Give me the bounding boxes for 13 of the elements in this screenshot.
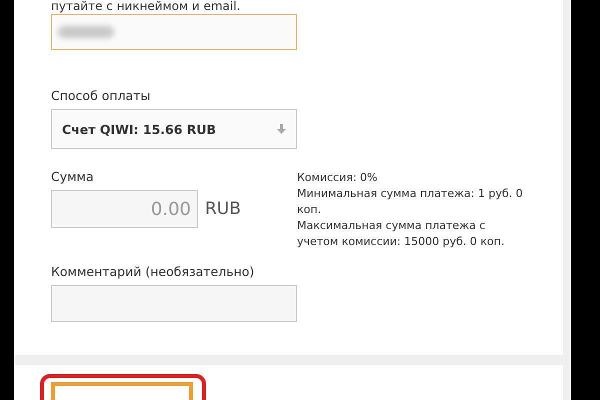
amount-field[interactable]: 0.00 (51, 190, 198, 228)
hint-text: путайте с никнеймом и email. (51, 0, 242, 14)
nickname-field[interactable] (51, 14, 297, 50)
currency-text: RUB (205, 198, 241, 221)
comment-field[interactable] (51, 285, 297, 322)
field-label: Комментарий (необязательно) (51, 264, 256, 279)
payment-select[interactable]: Счет QIWI: 15.66 RUB (51, 109, 297, 149)
field-label: Сумма (51, 169, 95, 184)
info-text: Максимальная сумма платежа с учетом комиссии: 15000 руб. 0 коп. (297, 218, 506, 250)
down-arrow-icon (277, 124, 286, 134)
info-text: Комиссия: 0% (297, 170, 379, 186)
field-label: Способ оплаты (51, 88, 152, 103)
info-text: Минимальная сумма платежа: 1 руб. 0 коп. (297, 186, 524, 218)
